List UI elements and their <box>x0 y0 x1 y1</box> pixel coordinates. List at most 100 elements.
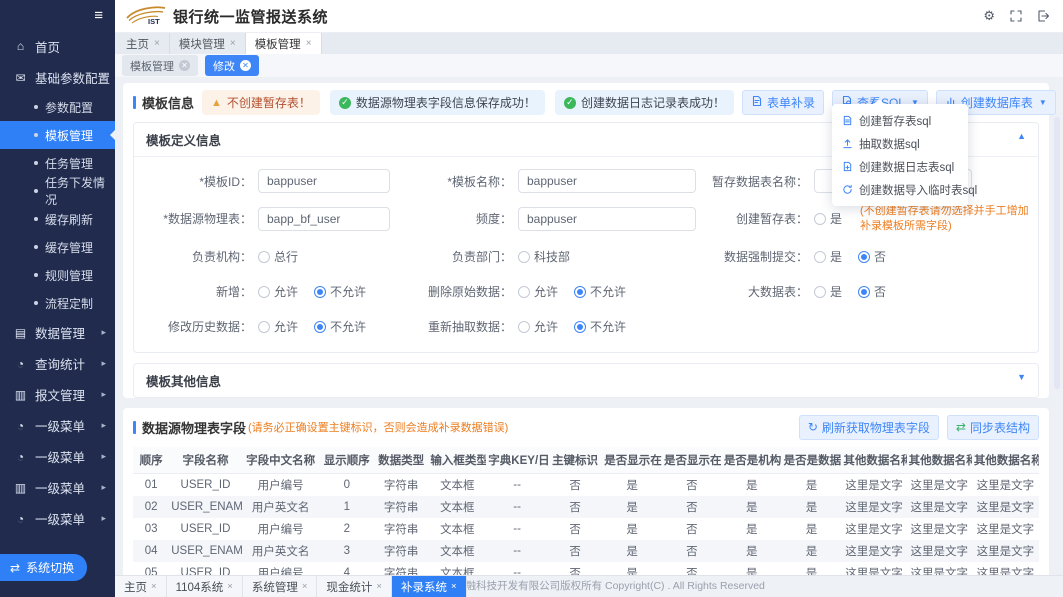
field-label: 大数据表： <box>696 283 814 300</box>
column-header: 顺序 <box>133 447 169 474</box>
close-icon[interactable]: × <box>451 581 457 592</box>
sidebar-group-一级菜单[interactable]: ◔一级菜单▸ <box>0 441 115 472</box>
sidebar-item-任务下发情况[interactable]: 任务下发情况 <box>0 177 115 205</box>
table-cell: 用户编号 <box>242 518 320 540</box>
dropdown-item-创建数据日志表sql[interactable]: 创建数据日志表sql <box>832 155 968 178</box>
radio-option-是[interactable]: 是 <box>814 248 842 265</box>
radio-option-不允许[interactable]: 不允许 <box>314 318 366 335</box>
close-icon[interactable]: × <box>151 581 157 592</box>
field-input-数据源物理表[interactable] <box>258 207 390 231</box>
sidebar-item-label: 数据管理 <box>35 323 85 342</box>
tab-模块管理[interactable]: 模块管理× <box>170 33 246 54</box>
form-item: 创建暂存表：是(不创建暂存表请勿选择并手工增加补录模板所需字段) <box>696 204 1032 234</box>
fullscreen-icon[interactable] <box>1010 10 1022 22</box>
radio-label: 允许 <box>534 283 558 300</box>
radio-option-允许[interactable]: 允许 <box>258 283 298 300</box>
table-row[interactable]: 03USER_ID用户编号2字符串文本框--否是否是是这里是文字这里是文字这里是… <box>133 518 1039 540</box>
close-circle-icon[interactable]: ✕ <box>240 60 251 71</box>
app-title: 银行统一监管报送系统 <box>173 6 328 27</box>
sidebar-item-任务管理[interactable]: 任务管理 <box>0 149 115 177</box>
sidebar-item-label: 报文管理 <box>35 385 85 404</box>
fields-table: 顺序字段名称字段中文名称显示顺序数据类型输入框类型字典KEY/日...主键标识是… <box>133 447 1039 575</box>
tab-模板管理[interactable]: 模板管理× <box>246 33 322 54</box>
sidebar-group-一级菜单[interactable]: ◔一级菜单▸ <box>0 503 115 534</box>
field-input-频度[interactable] <box>518 207 696 231</box>
sidebar-item-流程定制[interactable]: 流程定制 <box>0 289 115 317</box>
radio-option-否[interactable]: 否 <box>858 283 886 300</box>
form-item: 修改历史数据：允许不允许 <box>140 315 400 339</box>
table-row[interactable]: 01USER_ID用户编号0字符串文本框--否是否是是这里是文字这里是文字这里是… <box>133 473 1039 496</box>
sidebar-collapse-toggle[interactable]: ≡ <box>0 0 115 30</box>
sidebar-item-规则管理[interactable]: 规则管理 <box>0 261 115 289</box>
radio-option-科技部[interactable]: 科技部 <box>518 248 570 265</box>
close-icon[interactable]: × <box>230 38 236 49</box>
bottom-tab-补录系统[interactable]: 补录系统× <box>392 576 467 597</box>
sidebar-group-数据管理[interactable]: ▤数据管理▸ <box>0 317 115 348</box>
table-cell: 是 <box>602 496 662 518</box>
fields-card-title: 数据源物理表字段 (请务必正确设置主键标识，否则会造成补录数据错误) <box>133 418 508 437</box>
radio-group: 允许不允许 <box>518 283 642 300</box>
radio-option-允许[interactable]: 允许 <box>518 318 558 335</box>
bottom-tab-1104系统[interactable]: 1104系统× <box>167 576 243 597</box>
close-icon[interactable]: × <box>376 581 382 592</box>
form-item: 删除原始数据：允许不允许 <box>400 280 696 304</box>
radio-option-总行[interactable]: 总行 <box>258 248 298 265</box>
system-switch-button[interactable]: ⇄ 系统切换 <box>0 554 87 581</box>
settings-icon[interactable]: ⚙ <box>983 8 995 24</box>
sidebar-item-参数配置[interactable]: 参数配置 <box>0 93 115 121</box>
radio-option-不允许[interactable]: 不允许 <box>574 283 626 300</box>
sidebar-group-首页[interactable]: ⌂首页 <box>0 30 115 62</box>
close-icon[interactable]: × <box>154 38 160 49</box>
sidebar-item-缓存管理[interactable]: 缓存管理 <box>0 233 115 261</box>
table-row[interactable]: 04USER_ENAME用户英文名3字符串文本框--否是否是是这里是文字这里是文… <box>133 540 1039 562</box>
sidebar-group-查询统计[interactable]: ◔查询统计▸ <box>0 348 115 379</box>
bottom-tab-现金统计[interactable]: 现金统计 × <box>317 576 392 597</box>
sidebar-item-模板管理[interactable]: 模板管理 <box>0 121 115 149</box>
close-icon[interactable]: × <box>227 581 233 592</box>
sidebar-item-label: 一级菜单 <box>35 509 85 528</box>
form-supplement-button[interactable]: 表单补录 <box>742 90 824 115</box>
sidebar-group-基础参数配置[interactable]: ✉基础参数配置▾ <box>0 62 115 93</box>
field-input-模板ID[interactable] <box>258 169 390 193</box>
close-icon[interactable]: × <box>302 581 308 592</box>
radio-option-允许[interactable]: 允许 <box>258 318 298 335</box>
field-input-模板名称[interactable] <box>518 169 696 193</box>
chip-模板管理[interactable]: 模板管理✕ <box>122 55 198 76</box>
sidebar-group-一级菜单[interactable]: ▥一级菜单▸ <box>0 472 115 503</box>
radio-option-不允许[interactable]: 不允许 <box>574 318 626 335</box>
refresh-fields-button[interactable]: ↻刷新获取物理表字段 <box>799 415 939 440</box>
dropdown-item-创建数据导入临时表sql[interactable]: 创建数据导入临时表sql <box>832 178 968 201</box>
dropdown-item-label: 创建数据导入临时表sql <box>859 182 977 198</box>
logout-icon[interactable] <box>1037 10 1049 22</box>
table-cell: 这里是文字 <box>841 473 906 496</box>
sync-structure-button[interactable]: ⇄同步表结构 <box>947 415 1039 440</box>
radio-option-是[interactable]: 是 <box>814 210 842 227</box>
sidebar-item-缓存刷新[interactable]: 缓存刷新 <box>0 205 115 233</box>
sidebar-group-报文管理[interactable]: ▥报文管理▸ <box>0 379 115 410</box>
vertical-scrollbar-thumb[interactable] <box>1054 117 1060 389</box>
close-icon[interactable]: × <box>306 38 312 49</box>
chip-修改[interactable]: 修改✕ <box>205 55 259 76</box>
table-cell: 1 <box>320 496 374 518</box>
close-circle-icon[interactable]: ✕ <box>179 60 190 71</box>
bottom-tab-主页[interactable]: 主页× <box>115 576 167 597</box>
radio-label: 不允许 <box>590 318 626 335</box>
bottom-tab-label: 现金统计 <box>326 579 372 595</box>
dropdown-item-创建暂存表sql[interactable]: 创建暂存表sql <box>832 109 968 132</box>
sidebar: ≡ ⌂首页✉基础参数配置▾参数配置模板管理任务管理任务下发情况缓存刷新缓存管理规… <box>0 0 115 597</box>
chevron-down-icon[interactable]: ▼ <box>1017 372 1026 382</box>
tab-主页[interactable]: 主页× <box>117 33 170 54</box>
dropdown-item-抽取数据sql[interactable]: 抽取数据sql <box>832 132 968 155</box>
radio-option-是[interactable]: 是 <box>814 283 842 300</box>
radio-option-否[interactable]: 否 <box>858 248 886 265</box>
chevron-up-icon[interactable]: ▲ <box>1017 131 1026 141</box>
sidebar-item-label: 任务下发情况 <box>45 174 115 208</box>
bottom-tab-系统管理[interactable]: 系统管理× <box>243 576 318 597</box>
table-cell: 是 <box>602 562 662 575</box>
sidebar-group-一级菜单[interactable]: ◔一级菜单▸ <box>0 410 115 441</box>
table-row[interactable]: 02USER_ENAME用户英文名1字符串文本框--否是否是是这里是文字这里是文… <box>133 496 1039 518</box>
radio-option-允许[interactable]: 允许 <box>518 283 558 300</box>
fields-actions: ↻刷新获取物理表字段 ⇄同步表结构 <box>799 415 1039 440</box>
radio-option-不允许[interactable]: 不允许 <box>314 283 366 300</box>
table-row[interactable]: 05USER_ID用户编号4字符串文本框--否是否是是这里是文字这里是文字这里是… <box>133 562 1039 575</box>
